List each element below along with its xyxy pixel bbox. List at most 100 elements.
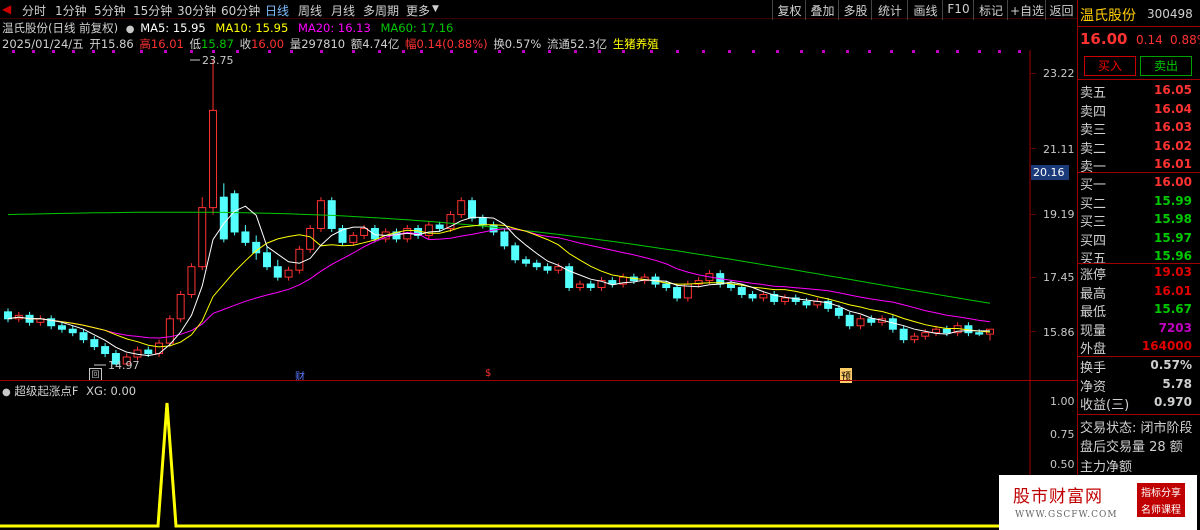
candle-body[interactable] [219,196,228,240]
btn-diejia[interactable]: 叠加 [805,0,839,20]
candle-body[interactable] [327,200,336,229]
tab-more[interactable]: 更多 [406,2,430,19]
candle-body[interactable] [910,335,919,341]
candle-body[interactable] [748,293,757,299]
candle-body[interactable] [165,318,174,344]
candle-body[interactable] [57,325,66,330]
candle-body[interactable] [262,252,271,268]
candle-body[interactable] [780,297,789,302]
event-dot [72,50,75,53]
candle-body[interactable] [457,200,466,216]
event-dot [52,50,55,53]
candle-body[interactable] [921,332,930,337]
candle-body[interactable] [543,266,552,271]
candle-body[interactable] [176,293,185,320]
candle-body[interactable] [511,245,520,261]
candle-body[interactable] [273,266,282,278]
bid-row-label: 买一 [1080,178,1107,193]
stat2-row-value: 5.78 [1162,376,1192,391]
turnover-label: 换0.57% [493,37,542,51]
settings-icon[interactable]: ● [126,24,135,35]
tab-fenshi[interactable]: 分时 [22,2,46,19]
close-label: 收 [239,37,252,51]
candle-body[interactable] [241,231,250,243]
btn-biaoji[interactable]: 标记 [973,0,1008,20]
candle-body[interactable] [370,227,379,240]
candle-body[interactable] [79,332,88,341]
indicator-tick: 1.00 [1050,395,1075,408]
tab-15min[interactable]: 15分钟 [133,2,172,19]
candle-body[interactable] [144,349,153,355]
candle-body[interactable] [856,318,865,327]
tab-30min[interactable]: 30分钟 [177,2,216,19]
candle-body[interactable] [586,283,595,289]
candle-body[interactable] [673,287,682,299]
buy-button[interactable]: 买入 [1084,56,1136,76]
indicator-chart[interactable] [0,381,1077,530]
btn-duogu[interactable]: 多股 [838,0,872,20]
candle-body[interactable] [284,269,293,278]
event-dot [776,50,779,53]
marker-dividend[interactable]: $ [485,368,491,379]
tab-weekly[interactable]: 周线 [298,2,322,19]
candle-body[interactable] [424,224,433,236]
btn-fuquan[interactable]: 复权 [772,0,806,20]
tab-1min[interactable]: 1分钟 [55,2,87,19]
candle-body[interactable] [802,300,811,306]
btn-huaxian[interactable]: 画线 [907,0,943,20]
bid-row-value: 15.98 [1154,212,1192,226]
candle-body[interactable] [209,109,218,209]
tab-60min[interactable]: 60分钟 [221,2,260,19]
price-change-pct: 0.88% [1170,33,1200,47]
candle-body[interactable] [662,283,671,289]
candle-body[interactable] [942,328,951,334]
candle-body[interactable] [360,227,369,236]
candle-body[interactable] [727,283,736,289]
candle-body[interactable] [478,217,487,226]
candle-body[interactable] [759,293,768,299]
candle-body[interactable] [867,318,876,323]
tab-multi-period[interactable]: 多周期 [363,2,399,19]
candle-body[interactable] [521,259,530,264]
dropdown-arrow-icon[interactable]: ▼ [432,4,439,14]
candle-body[interactable] [975,332,984,335]
candle-body[interactable] [932,328,941,334]
candle-body[interactable] [435,224,444,229]
bid-row-value: 15.96 [1154,249,1192,263]
btn-f10[interactable]: F10 [942,0,974,20]
tab-5min[interactable]: 5分钟 [94,2,126,19]
watermark-tag2: 名师课程 [1137,500,1185,517]
bid-row-label: 买二 [1080,196,1107,212]
candle-body[interactable] [500,231,509,247]
candle-body[interactable] [68,328,77,334]
candle-body[interactable] [834,307,843,316]
candle-body[interactable] [295,248,304,271]
watermark-title: 股市财富网 [1013,487,1103,507]
industry-label[interactable]: 生猪养殖 [613,37,659,51]
stat2-row-label: 换手 [1080,361,1107,376]
candle-body[interactable] [349,234,358,243]
candle-body[interactable] [187,266,196,295]
candle-body[interactable] [575,283,584,289]
btn-back[interactable]: 返回 [1045,0,1077,20]
event-dot [868,50,871,53]
candle-body[interactable] [845,314,854,327]
sell-button[interactable]: 卖出 [1140,56,1192,76]
candle-body[interactable] [90,339,99,348]
kline-chart[interactable]: 23.75 14.97 [0,50,1077,380]
candle-body[interactable] [468,200,477,219]
btn-tongji[interactable]: 统计 [871,0,908,20]
candle-body[interactable] [338,227,347,243]
candle-body[interactable] [101,346,110,355]
candle-body[interactable] [4,311,12,320]
candle-body[interactable] [532,262,541,268]
collapse-icon[interactable]: ◀ [2,2,11,16]
stock-code: 300498 [1147,7,1193,21]
btn-add-watchlist[interactable]: +自选 [1007,0,1046,20]
tab-monthly[interactable]: 月线 [331,2,355,19]
candle-body[interactable] [899,328,908,341]
candle-body[interactable] [198,207,207,268]
candle-body[interactable] [554,266,563,271]
tab-daily[interactable]: 日线 [265,2,289,19]
candle-body[interactable] [737,287,746,295]
